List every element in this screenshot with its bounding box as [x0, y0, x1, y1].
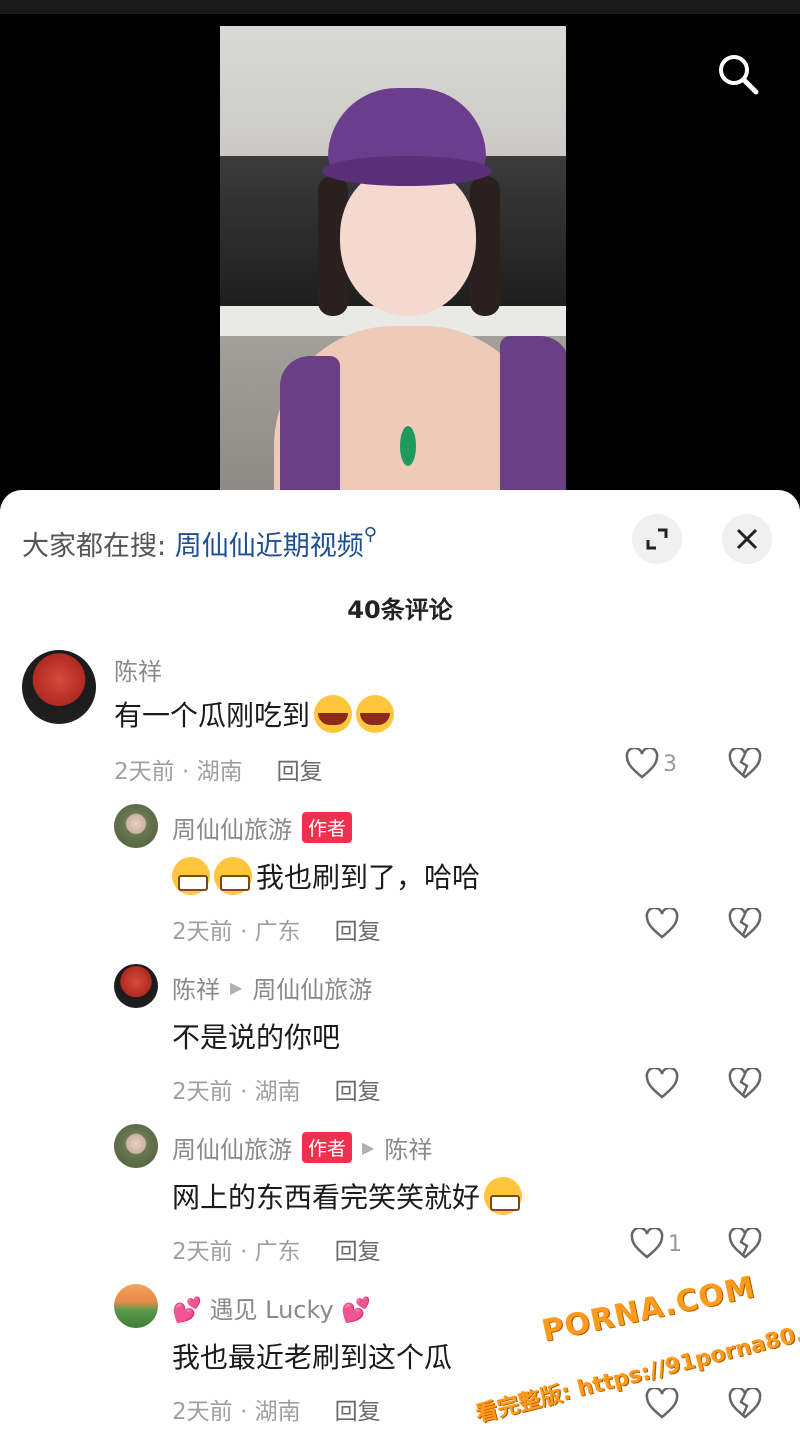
reply-arrow-icon: ▶ — [362, 1138, 375, 1157]
like-count: 1 — [668, 1231, 682, 1257]
avatar[interactable] — [114, 1124, 158, 1168]
reply-button[interactable]: 回复 — [277, 759, 323, 785]
like-button[interactable]: 3 — [625, 748, 677, 780]
comment-meta: 2天前 · 广东 回复 — [172, 919, 381, 945]
person-top-left — [280, 356, 340, 500]
reply-arrow-icon: ▶ — [230, 978, 243, 997]
close-button[interactable] — [722, 514, 772, 564]
comment-author[interactable]: 周仙仙旅游 作者 — [172, 810, 353, 845]
suggestion-keyword[interactable]: 周仙仙近期视频 — [175, 531, 364, 562]
expand-icon — [646, 528, 668, 550]
comment-meta: 2天前 · 湖南 回复 — [172, 1079, 381, 1105]
broken-heart-icon — [728, 1386, 762, 1419]
small-search-icon: ⚲ — [363, 524, 377, 545]
author-badge: 作者 — [302, 1132, 353, 1163]
video-player[interactable] — [0, 0, 800, 500]
comment-meta: 2天前 · 广东 回复 — [172, 1239, 381, 1265]
reply-button[interactable]: 回复 — [335, 1399, 381, 1425]
laugh-cry-emoji — [314, 695, 353, 733]
suggestion-prefix: 大家都在搜: — [22, 531, 167, 562]
comment-text: 有一个瓜刚吃到 — [114, 694, 398, 734]
avatar[interactable] — [114, 804, 158, 848]
dislike-button[interactable] — [728, 1066, 762, 1104]
comment-text: 网上的东西看完笑笑就好 — [172, 1176, 526, 1216]
broken-heart-icon — [728, 906, 762, 939]
reply-button[interactable]: 回复 — [335, 1239, 381, 1265]
like-button[interactable]: 1 — [630, 1228, 682, 1260]
dislike-button[interactable] — [728, 746, 762, 784]
reply-to-user[interactable]: 陈祥 — [384, 1130, 432, 1165]
person-face — [340, 166, 476, 316]
person-top-right — [500, 336, 566, 500]
comment-meta: 2天前 · 湖南 回复 — [114, 759, 323, 785]
like-button[interactable] — [645, 908, 679, 940]
comment-count: 40条评论 — [347, 596, 453, 624]
expand-button[interactable] — [632, 514, 682, 564]
comment-meta: 2天前 · 湖南 回复 — [172, 1399, 381, 1425]
status-bar — [0, 0, 800, 14]
heart-icon — [645, 1388, 679, 1419]
video-frame[interactable] — [220, 26, 566, 500]
broken-heart-icon — [728, 1066, 762, 1099]
author-badge: 作者 — [302, 812, 353, 843]
search-suggestion[interactable]: 大家都在搜: 周仙仙近期视频⚲ — [22, 524, 377, 562]
broken-heart-icon — [728, 1226, 762, 1259]
grin-emoji — [172, 857, 210, 895]
laugh-cry-emoji — [356, 695, 395, 733]
reply-button[interactable]: 回复 — [335, 1079, 381, 1105]
dislike-button[interactable] — [728, 1386, 762, 1424]
grin-emoji — [484, 1177, 523, 1215]
heart-icon — [630, 1228, 664, 1259]
avatar[interactable] — [22, 650, 96, 724]
dislike-button[interactable] — [728, 906, 762, 944]
like-button[interactable] — [645, 1068, 679, 1100]
comment-text: 我也最近老刷到这个瓜 — [172, 1341, 453, 1374]
avatar[interactable] — [114, 964, 158, 1008]
comment-author[interactable]: 陈祥 ▶ 周仙仙旅游 — [172, 970, 372, 1005]
comment-text: 不是说的你吧 — [172, 1021, 341, 1054]
jade-pendant — [400, 426, 416, 466]
comment-author[interactable]: 💕 遇见 Lucky 💕 — [172, 1290, 371, 1325]
grin-emoji — [214, 857, 252, 895]
comment-text: 我也刷到了，哈哈 — [172, 856, 480, 896]
reply-button[interactable]: 回复 — [335, 919, 381, 945]
broken-heart-icon — [728, 746, 762, 779]
search-icon[interactable] — [712, 48, 764, 100]
person-cap-brim — [322, 156, 492, 186]
heart-icon — [645, 908, 679, 939]
like-button[interactable] — [645, 1388, 679, 1420]
heart-icon — [645, 1068, 679, 1099]
avatar[interactable] — [114, 1284, 158, 1328]
comment-author[interactable]: 陈祥 — [114, 652, 162, 687]
close-icon — [736, 528, 758, 550]
comment-author[interactable]: 周仙仙旅游 作者 ▶ 陈祥 — [172, 1130, 432, 1165]
dislike-button[interactable] — [728, 1226, 762, 1264]
heart-icon — [625, 748, 659, 779]
reply-to-user[interactable]: 周仙仙旅游 — [252, 970, 372, 1005]
like-count: 3 — [663, 751, 677, 777]
